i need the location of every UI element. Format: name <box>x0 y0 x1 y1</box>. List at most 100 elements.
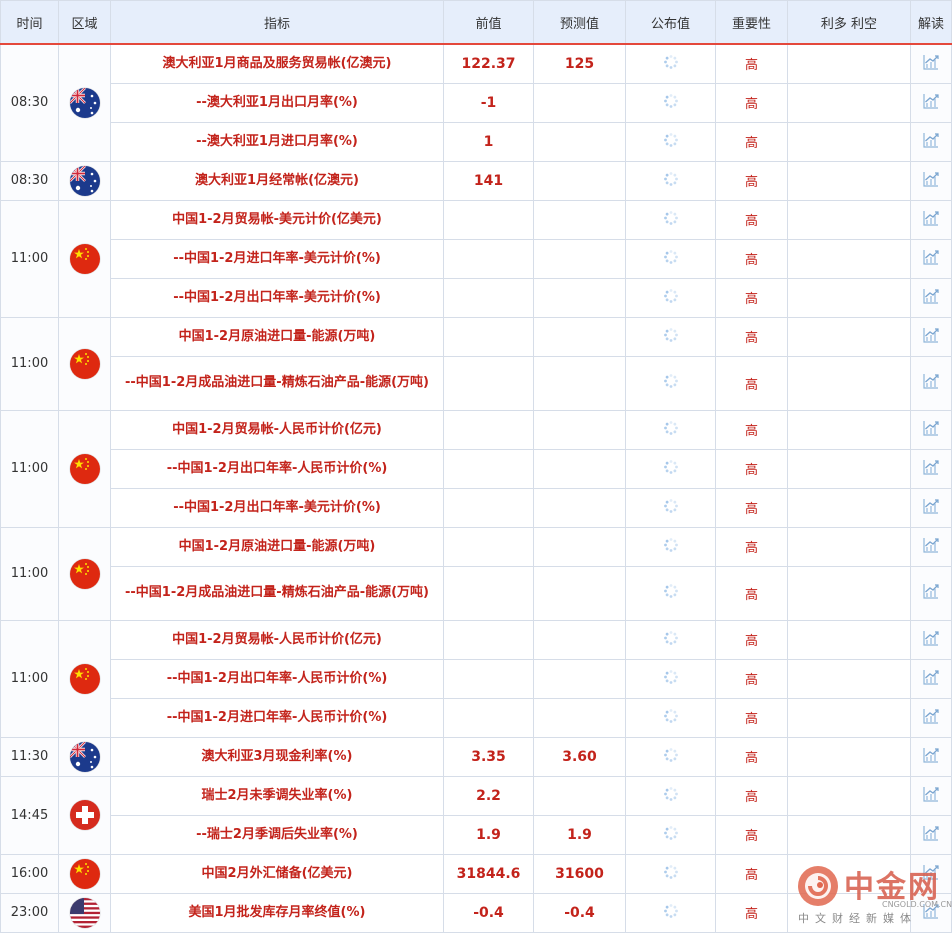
table-row: 08:30 澳大利亚1月商品及服务贸易帐(亿澳元) 122.37 125 高 <box>0 43 952 162</box>
region-cell <box>58 892 111 933</box>
interpret-cell[interactable] <box>910 409 952 450</box>
chart-icon[interactable] <box>922 746 940 768</box>
indicator-cell: --瑞士2月季调后失业率(%) <box>110 814 444 855</box>
time-text: 23:00 <box>10 905 49 920</box>
loading-spinner-icon <box>663 708 679 728</box>
forecast-value: 125 <box>564 55 595 72</box>
impact-cell <box>787 775 911 816</box>
indicator-cell: 美国1月批发库存月率终值(%) <box>110 892 444 933</box>
interpret-cell[interactable] <box>910 316 952 357</box>
chart-icon[interactable] <box>922 53 940 75</box>
region-cell <box>58 736 111 777</box>
forecast-value-cell <box>533 316 626 357</box>
impact-cell <box>787 697 911 738</box>
previous-value-cell: 3.35 <box>443 736 534 777</box>
interpret-cell[interactable] <box>910 619 952 660</box>
indicator-cell: --中国1-2月出口年率-美元计价(%) <box>110 487 444 528</box>
interpret-cell[interactable] <box>910 82 952 123</box>
chart-icon[interactable] <box>922 707 940 729</box>
actual-value-cell <box>625 565 716 621</box>
importance-cell: 高 <box>715 121 788 162</box>
interpret-cell[interactable] <box>910 121 952 162</box>
interpret-cell[interactable] <box>910 658 952 699</box>
impact-cell <box>787 238 911 279</box>
previous-value-cell <box>443 409 534 450</box>
loading-spinner-icon <box>663 132 679 152</box>
table-row: --中国1-2月进口年率-美元计价(%) 高 <box>1 238 952 279</box>
interpret-cell[interactable] <box>910 448 952 489</box>
china-flag-icon <box>69 243 100 274</box>
region-cell <box>58 775 111 855</box>
loading-spinner-icon <box>663 786 679 806</box>
chart-icon[interactable] <box>922 326 940 348</box>
importance-text: 高 <box>744 175 758 190</box>
previous-value-cell <box>443 526 534 567</box>
time-text: 08:30 <box>10 95 49 111</box>
chart-icon[interactable] <box>922 209 940 231</box>
actual-value-cell <box>625 199 716 240</box>
interpret-cell[interactable] <box>910 160 952 201</box>
chart-icon[interactable] <box>922 170 940 192</box>
indicator-text: --中国1-2月出口年率-人民币计价(%) <box>166 670 388 686</box>
forecast-value-cell: -0.4 <box>533 892 626 933</box>
chart-icon[interactable] <box>922 785 940 807</box>
interpret-cell[interactable] <box>910 775 952 816</box>
chart-icon[interactable] <box>922 582 940 604</box>
china-flag-icon <box>69 348 100 379</box>
time-cell: 11:00 <box>0 526 59 621</box>
chart-icon[interactable] <box>922 131 940 153</box>
interpret-cell[interactable] <box>910 526 952 567</box>
interpret-cell[interactable] <box>910 238 952 279</box>
interpret-cell[interactable] <box>910 565 952 621</box>
indicator-cell: 澳大利亚1月经常帐(亿澳元) <box>110 160 444 201</box>
loading-spinner-icon <box>663 864 679 884</box>
chart-icon[interactable] <box>922 287 940 309</box>
actual-value-cell <box>625 526 716 567</box>
interpret-cell[interactable] <box>910 43 952 84</box>
importance-text: 高 <box>744 331 758 346</box>
chart-icon[interactable] <box>922 458 940 480</box>
chart-icon[interactable] <box>922 419 940 441</box>
interpret-cell[interactable] <box>910 814 952 855</box>
importance-text: 高 <box>744 377 758 393</box>
china-flag-icon <box>69 558 100 589</box>
importance-cell: 高 <box>715 316 788 357</box>
previous-value-cell <box>443 487 534 528</box>
interpret-cell[interactable] <box>910 277 952 318</box>
chart-icon[interactable] <box>922 248 940 270</box>
impact-cell <box>787 658 911 699</box>
interpret-cell[interactable] <box>910 736 952 777</box>
header-impact: 利多 利空 <box>787 0 911 45</box>
region-cell <box>58 409 111 528</box>
table-row: --瑞士2月季调后失业率(%) 1.9 1.9 高 <box>1 814 952 855</box>
actual-value-cell <box>625 82 716 123</box>
chart-icon[interactable] <box>922 824 940 846</box>
chart-icon[interactable] <box>922 629 940 651</box>
loading-spinner-icon <box>663 327 679 347</box>
chart-icon[interactable] <box>922 668 940 690</box>
chart-icon[interactable] <box>922 92 940 114</box>
importance-text: 高 <box>744 253 758 268</box>
interpret-cell[interactable] <box>910 355 952 411</box>
header-region: 区域 <box>58 0 111 45</box>
impact-cell <box>787 355 911 411</box>
indicator-cell: --中国1-2月进口年率-美元计价(%) <box>110 238 444 279</box>
interpret-cell[interactable] <box>910 697 952 738</box>
impact-cell <box>787 619 911 660</box>
indicator-text: 中国1-2月原油进口量-能源(万吨) <box>178 328 376 344</box>
time-cell: 16:00 <box>0 853 59 894</box>
indicator-cell: 中国1-2月贸易帐-人民币计价(亿元) <box>110 619 444 660</box>
chart-icon[interactable] <box>922 536 940 558</box>
forecast-value-cell <box>533 238 626 279</box>
impact-cell <box>787 160 911 201</box>
table-row: 11:00 中国1-2月原油进口量-能源(万吨) 高 <box>0 316 952 411</box>
interpret-cell[interactable] <box>910 487 952 528</box>
indicator-cell: 中国1-2月贸易帐-美元计价(亿美元) <box>110 199 444 240</box>
table-row: --中国1-2月成品油进口量-精炼石油产品-能源(万吨) 高 <box>1 355 952 411</box>
interpret-cell[interactable] <box>910 199 952 240</box>
actual-value-cell <box>625 160 716 201</box>
chart-icon[interactable] <box>922 372 940 394</box>
forecast-value-cell <box>533 448 626 489</box>
impact-cell <box>787 526 911 567</box>
chart-icon[interactable] <box>922 497 940 519</box>
